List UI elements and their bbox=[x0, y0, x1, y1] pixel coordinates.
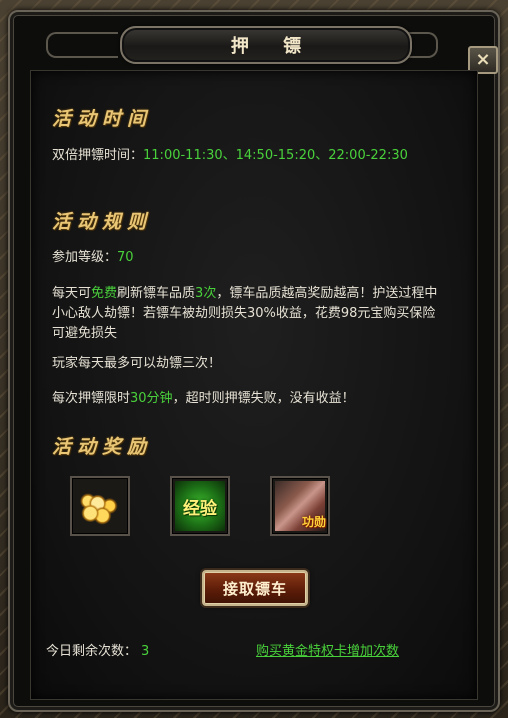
refresh-free: 免费 bbox=[91, 286, 118, 301]
double-escort-time: 双倍押镖时间：11:00-11:30、14:50-15:20、22:00-22:… bbox=[52, 146, 448, 166]
double-escort-time-label: 双倍押镖时间： bbox=[52, 148, 144, 163]
time-section-title: 活动时间 bbox=[52, 108, 153, 130]
rob-rule: 玩家每天最多可以劫镖三次！ bbox=[52, 356, 222, 371]
refresh-times: 3次 bbox=[195, 286, 217, 301]
rewards-section-title: 活动奖励 bbox=[52, 436, 153, 458]
reward-slot-merit[interactable]: 功勋 bbox=[270, 476, 330, 536]
time-limit-rule: 每次押镖限时30分钟，超时则押镖失败，没有收益！ bbox=[52, 389, 448, 409]
level-value: 70 bbox=[117, 250, 134, 265]
window-title: 押 镖 bbox=[120, 26, 412, 64]
remaining-label: 今日剩余次数： bbox=[46, 644, 138, 659]
reward-slot-gold[interactable] bbox=[70, 476, 130, 536]
title-ornament-left bbox=[46, 32, 118, 58]
time-limit-suffix: ，超时则押镖失败，没有收益！ bbox=[172, 391, 355, 406]
experience-icon: 经验 bbox=[175, 481, 225, 531]
reward-slot-experience[interactable]: 经验 bbox=[170, 476, 230, 536]
double-escort-time-value: 11:00-11:30、14:50-15:20、22:00-22:30 bbox=[143, 148, 408, 163]
refresh-mid: 刷新镖车品质 bbox=[117, 286, 196, 301]
remaining-count: 今日剩余次数： 3 bbox=[46, 640, 149, 659]
accept-escort-button[interactable]: 接取镖车 bbox=[202, 570, 308, 606]
time-limit-prefix: 每次押镖限时 bbox=[52, 391, 131, 406]
time-limit-value: 30分钟 bbox=[130, 391, 173, 406]
merit-label: 功勋 bbox=[301, 515, 326, 529]
refresh-rule: 每天可免费刷新镖车品质3次，镖车品质越高奖励越高！护送过程中小心敌人劫镖！若镖车… bbox=[52, 284, 440, 344]
buy-gold-privilege-link[interactable]: 购买黄金特权卡增加次数 bbox=[256, 640, 399, 659]
remaining-value: 3 bbox=[141, 644, 150, 659]
gold-coins-icon bbox=[76, 482, 124, 530]
refresh-prefix: 每天可 bbox=[52, 286, 92, 301]
level-label: 参加等级： bbox=[52, 250, 118, 265]
rules-section-title: 活动规则 bbox=[52, 211, 153, 233]
level-requirement: 参加等级：70 bbox=[52, 248, 448, 268]
